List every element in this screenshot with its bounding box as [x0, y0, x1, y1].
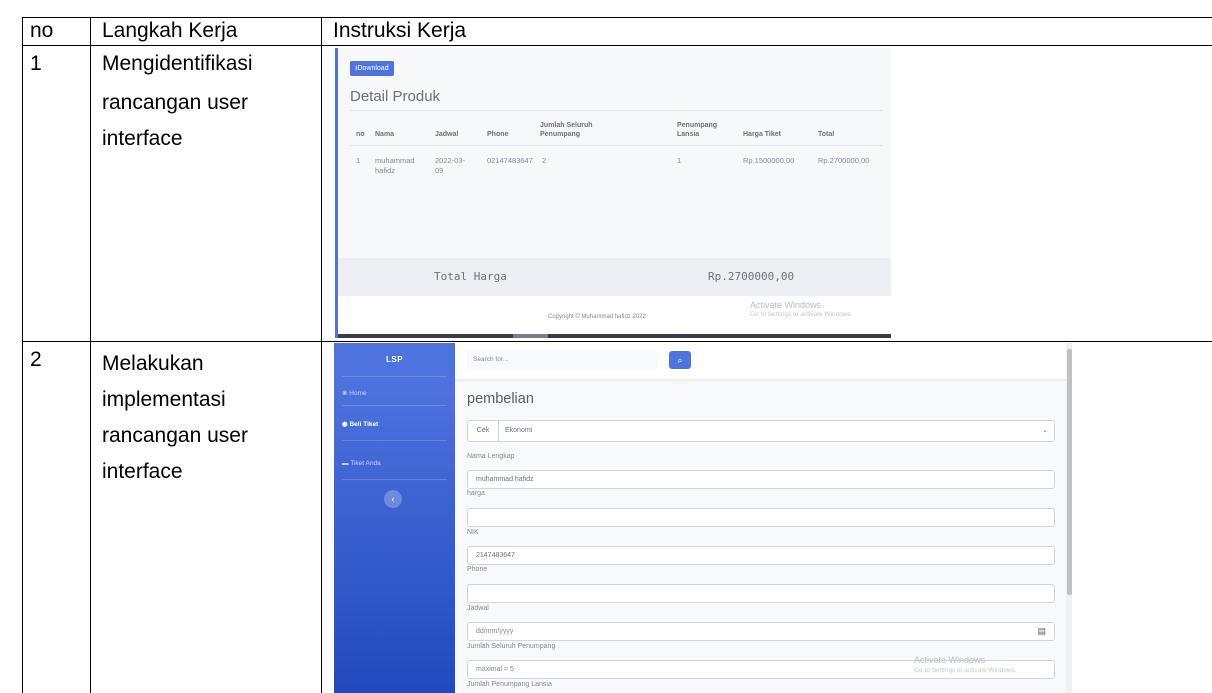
harga-label: harga: [467, 490, 485, 497]
taskbar-strip: [338, 334, 891, 338]
row1-langkah-line2: rancangan user: [102, 91, 248, 114]
activate-windows-title: Activate Windows: [914, 655, 986, 665]
cell-jumlah: 2: [542, 156, 547, 165]
harga-input[interactable]: [467, 508, 1055, 527]
table-border-row1: [22, 341, 1212, 342]
sidebar-item-beli-tiket[interactable]: ◉ Beli Tiket: [342, 420, 378, 428]
jumlah-label: Jumlah Seluruh Penumpang: [467, 643, 556, 650]
total-harga-label: Total Harga: [434, 270, 507, 283]
sidebar-item-tiket-anda[interactable]: ▬ Tiket Anda: [342, 460, 381, 467]
col-jadwal: Jadwal: [435, 131, 459, 138]
total-harga-value: Rp.2700000,00: [708, 270, 795, 283]
page-title: pembelian: [467, 391, 534, 407]
scrollbar-thumb[interactable]: [1067, 349, 1072, 595]
sidebar-item-label: Home: [349, 390, 367, 397]
sidebar-toggle-button[interactable]: ‹: [384, 490, 402, 508]
activate-windows-title: Activate Windows: [750, 300, 822, 310]
row2-langkah-line4: interface: [102, 460, 183, 483]
sidebar-item-home[interactable]: ❀ Home: [342, 389, 367, 397]
sidebar-divider: [342, 376, 447, 377]
search-input[interactable]: Search for...: [467, 351, 657, 369]
row2-no: 2: [30, 348, 42, 371]
cek-button[interactable]: Cek: [468, 421, 499, 441]
sidebar-divider: [342, 479, 447, 480]
total-bar: [338, 258, 891, 296]
cell-harga: Rp.1500000,00: [743, 156, 795, 165]
pembelian-screenshot: LSP ❀ Home ◉ Beli Tiket ▬ Tiket Anda ‹ S…: [334, 343, 1072, 693]
folder-icon: ▬: [342, 460, 351, 467]
row2-langkah-line3: rancangan user: [102, 424, 248, 447]
sidebar-divider: [342, 405, 447, 406]
cell-lansia: 1: [677, 156, 682, 165]
jadwal-placeholder: dd/mm/yyyy: [476, 628, 514, 635]
row1-no: 1: [30, 52, 42, 75]
calendar-icon[interactable]: ▤: [1037, 623, 1046, 640]
col-no: no: [356, 131, 365, 138]
row2-langkah-line2: implementasi: [102, 388, 226, 411]
nik-label: NIK: [467, 529, 479, 536]
class-select-group[interactable]: Cek Ekonomi ⌄: [467, 420, 1055, 442]
chevron-down-icon: ⌄: [1042, 427, 1048, 434]
search-button[interactable]: ⌕: [669, 351, 691, 369]
nik-input[interactable]: 2147483647: [467, 546, 1055, 565]
table-border-col2: [321, 17, 322, 693]
table-border-col1: [90, 17, 91, 693]
cell-phone: 02147483647: [487, 156, 533, 165]
cell-total: Rp.2700000,00: [818, 156, 870, 165]
table-border-header: [22, 45, 1212, 46]
detail-produk-screenshot: ⭳Download Detail Produk no Nama Jadwal P…: [335, 48, 891, 338]
sidebar-brand[interactable]: LSP: [334, 355, 455, 364]
sidebar-item-label: Beli Tiket: [349, 421, 379, 428]
nama-label: Nama Lengkap: [467, 453, 515, 460]
nama-input[interactable]: muhammad hafidz: [467, 470, 1055, 489]
col-jumlah: Jumlah Seluruh Penumpang: [540, 122, 593, 138]
class-select[interactable]: Ekonomi: [505, 421, 532, 441]
table-border-left: [22, 17, 23, 693]
search-icon: ⌕: [677, 355, 683, 365]
lansia-label: Jumlah Penumpang Lansia: [467, 681, 552, 688]
sidebar-item-label: Tiket Anda: [350, 460, 381, 467]
activate-windows-subtitle: Go to Settings to activate Windows.: [914, 667, 1017, 674]
row1-langkah-line3: interface: [102, 127, 183, 150]
jadwal-label: Jadwal: [467, 605, 489, 612]
col-phone: Phone: [487, 131, 509, 138]
download-button[interactable]: ⭳Download: [350, 61, 394, 76]
activate-windows-subtitle: Go to Settings to activate Windows.: [750, 311, 853, 318]
col-nama: Nama: [375, 131, 395, 138]
jadwal-date-input[interactable]: dd/mm/yyyy ▤: [467, 622, 1055, 641]
sidebar-divider: [342, 440, 447, 441]
detail-produk-title: Detail Produk: [350, 88, 441, 105]
title-divider: [350, 110, 883, 111]
row2-langkah-line1: Melakukan: [102, 352, 204, 375]
cell-jadwal: 2022-03-09: [435, 156, 466, 175]
row1-langkah-line1: Mengidentifikasi: [102, 52, 253, 75]
header-no: no: [30, 19, 54, 42]
scroll-handle[interactable]: [513, 334, 548, 338]
phone-label: Phone: [467, 566, 488, 573]
copyright-text: Copyright © Muhammad hafidz 2022: [548, 314, 646, 320]
col-lansia: Penumpang Lansia: [677, 122, 718, 138]
header-instruksi-kerja: Instruksi Kerja: [333, 19, 467, 42]
cell-nama: muhammad hafidz: [375, 156, 415, 175]
document-page: no Langkah Kerja Instruksi Kerja 1 Mengi…: [0, 0, 1212, 693]
col-total: Total: [818, 131, 835, 138]
header-langkah-kerja: Langkah Kerja: [102, 19, 238, 42]
phone-input[interactable]: [467, 584, 1055, 603]
col-harga: Harga Tiket: [743, 131, 781, 138]
cell-no: 1: [356, 156, 361, 165]
header-divider: [350, 145, 883, 146]
